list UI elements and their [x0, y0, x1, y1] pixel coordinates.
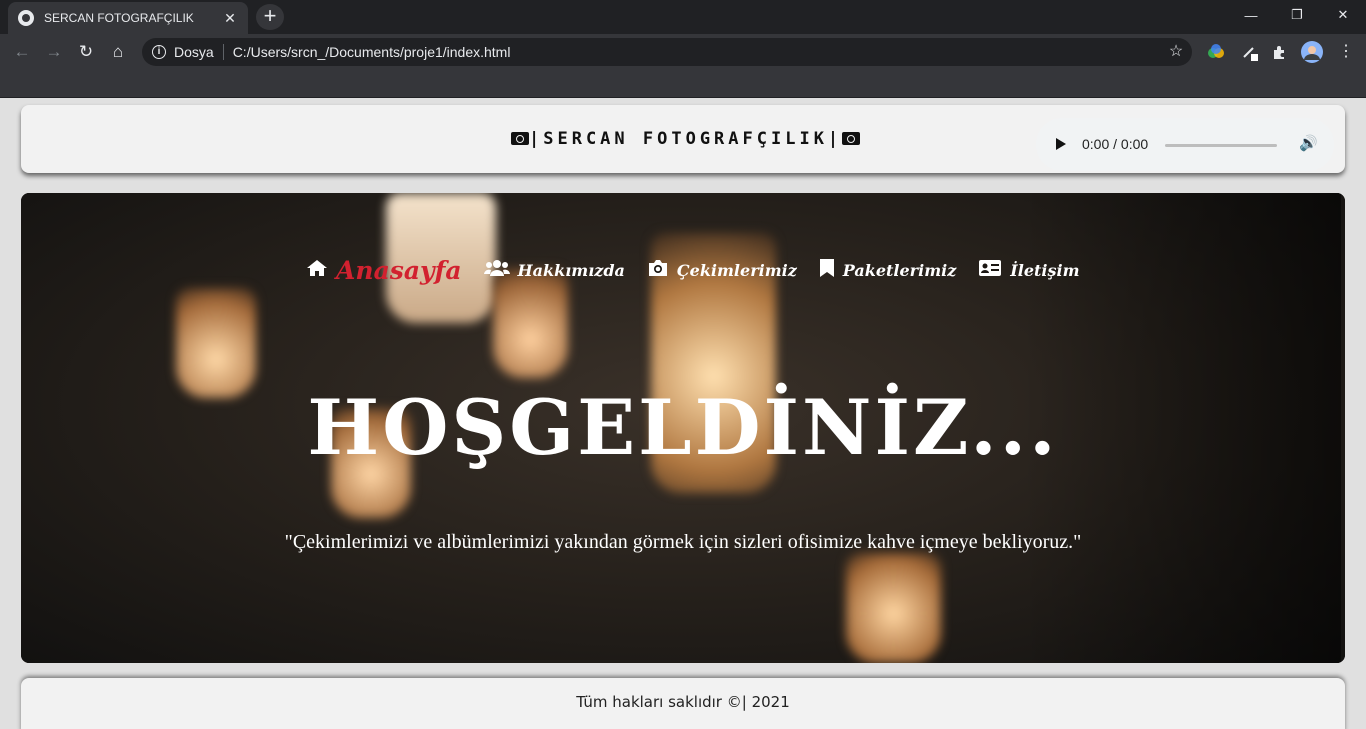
color-picker-icon[interactable] [1204, 40, 1228, 64]
minimize-button[interactable]: — [1228, 0, 1274, 30]
address-bar[interactable]: i Dosya [142, 38, 1192, 66]
play-icon[interactable] [1056, 138, 1066, 150]
copyright-text: Tüm hakları saklıdır ©| 2021 [576, 693, 790, 711]
camera-icon [842, 132, 861, 145]
globe-icon [18, 10, 34, 26]
home-icon [306, 259, 328, 282]
scheme-label: Dosya [174, 44, 214, 60]
bookmark-bar [0, 70, 1366, 98]
browser-tab[interactable]: SERCAN FOTOGRAFÇILIK ✕ [8, 2, 248, 34]
site-header: |SERCAN FOTOGRAFÇILIK| 0:00 / 0:00 🔊 [21, 105, 1345, 173]
nav-item-paketlerimiz[interactable]: Paketlerimiz [819, 258, 956, 283]
tab-title: SERCAN FOTOGRAFÇILIK [44, 11, 194, 25]
site-brand: |SERCAN FOTOGRAFÇILIK| [511, 129, 861, 149]
nav-label: Anasayfa [336, 255, 462, 285]
extensions-icon[interactable] [1268, 40, 1292, 64]
pen-icon[interactable] [1238, 40, 1262, 64]
users-icon [483, 259, 510, 282]
nav-label: Paketlerimiz [842, 260, 957, 280]
new-tab-button[interactable]: + [256, 4, 284, 30]
omnibox-divider [222, 44, 224, 60]
home-button[interactable]: ⌂ [106, 40, 130, 64]
hero-banner: Anasayfa Hakkımızda Çekimlerimiz Paketle… [21, 193, 1345, 663]
close-window-button[interactable]: ✕ [1320, 0, 1366, 30]
tab-strip: SERCAN FOTOGRAFÇILIK ✕ + — ❐ ✕ [0, 0, 1366, 34]
bookmark-icon [819, 258, 835, 283]
back-button[interactable]: ← [10, 40, 34, 64]
candle-image [176, 288, 256, 398]
welcome-quote: "Çekimlerimizi ve albümlerimizi yakından… [284, 531, 1082, 553]
nav-item-iletisim[interactable]: İletişim [978, 259, 1080, 282]
maximize-button[interactable]: ❐ [1274, 0, 1320, 30]
audio-time: 0:00 / 0:00 [1082, 136, 1149, 152]
page-content: |SERCAN FOTOGRAFÇILIK| 0:00 / 0:00 🔊 Ana… [0, 98, 1366, 729]
candle-image [846, 553, 941, 663]
brand-text: |SERCAN FOTOGRAFÇILIK| [529, 129, 843, 149]
camera-icon [647, 259, 669, 282]
id-card-icon [978, 259, 1002, 282]
nav-label: Hakkımızda [517, 260, 625, 280]
nav-label: Çekimlerimiz [676, 260, 797, 280]
nav-item-anasayfa[interactable]: Anasayfa [306, 256, 462, 285]
nav-item-hakkimizda[interactable]: Hakkımızda [483, 259, 625, 282]
nav-item-cekimlerimiz[interactable]: Çekimlerimiz [647, 259, 797, 282]
forward-button[interactable]: → [42, 40, 66, 64]
audio-seek-bar[interactable] [1165, 144, 1277, 147]
reload-button[interactable]: ↻ [74, 40, 98, 64]
tab-close-icon[interactable]: ✕ [222, 10, 238, 27]
url-input[interactable] [232, 44, 1133, 60]
profile-avatar[interactable] [1300, 40, 1324, 64]
info-icon[interactable]: i [152, 45, 166, 59]
nav-label: İletişim [1010, 260, 1080, 280]
browser-toolbar: ← → ↻ ⌂ i Dosya ☆ ⋮ [0, 34, 1366, 70]
menu-icon[interactable]: ⋮ [1334, 40, 1358, 64]
star-icon[interactable]: ☆ [1164, 40, 1188, 64]
camera-icon [511, 132, 529, 145]
site-footer: Tüm hakları saklıdır ©| 2021 [21, 678, 1345, 729]
main-nav: Anasayfa Hakkımızda Çekimlerimiz Paketle… [306, 255, 1102, 285]
audio-player[interactable]: 0:00 / 0:00 🔊 [1036, 118, 1334, 171]
welcome-heading: HOŞGELDİNİZ... [307, 383, 1059, 472]
volume-icon[interactable]: 🔊 [1299, 134, 1318, 152]
